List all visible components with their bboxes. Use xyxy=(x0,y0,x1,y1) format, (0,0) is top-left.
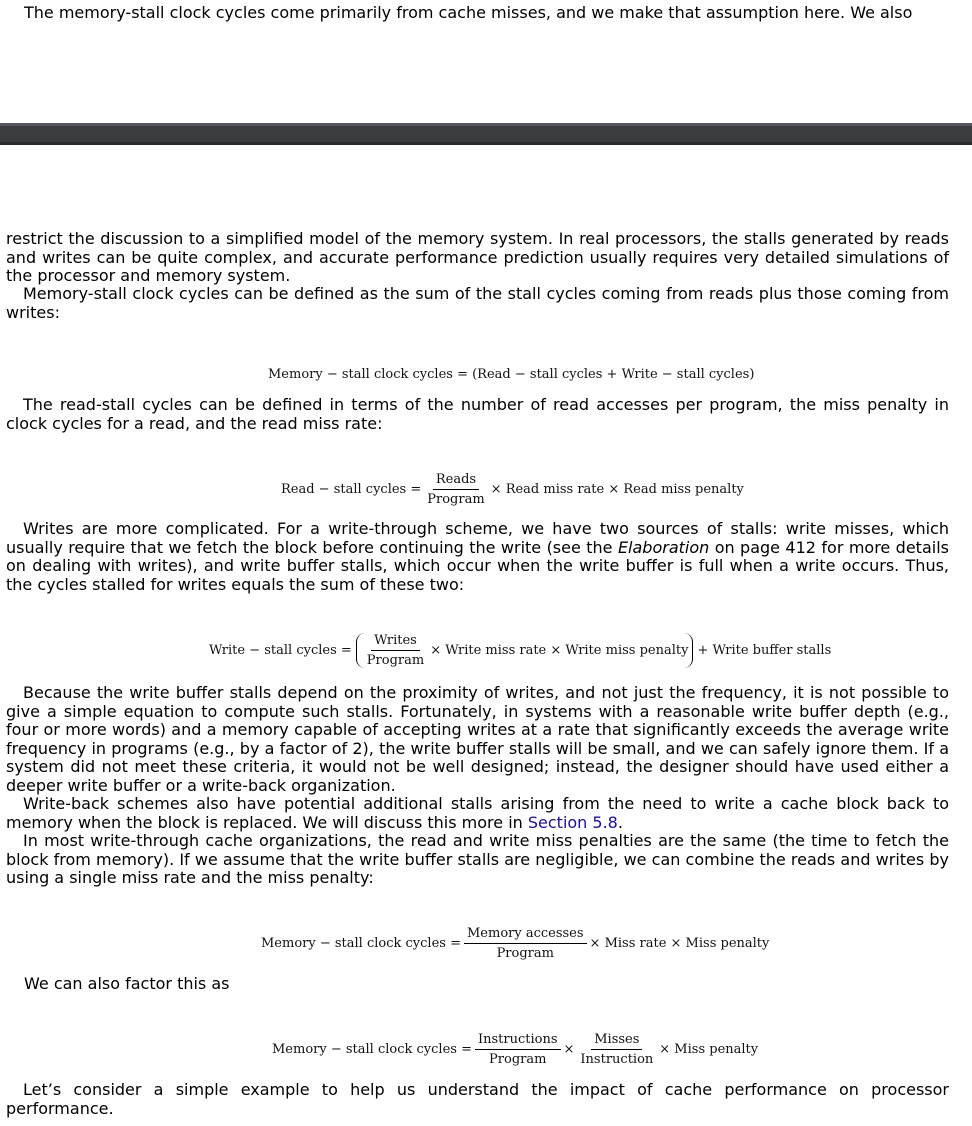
equation-text: Memory − stall clock cycles = (Read − st… xyxy=(268,367,755,382)
paragraph-2: Memory-stall clock cycles can be defined… xyxy=(6,284,949,322)
denominator: Instruction xyxy=(580,1052,654,1067)
parenthesized-group: Writes Program × Write miss rate × Write… xyxy=(355,633,694,668)
numerator: Reads xyxy=(432,472,480,490)
denominator: Program xyxy=(489,1052,547,1067)
equation-lhs: Read − stall cycles = xyxy=(281,482,422,497)
equation-rest: × Miss rate × Miss penalty xyxy=(589,936,770,951)
paragraph-4: Writes are more complicated. For a write… xyxy=(6,519,949,594)
numerator: Memory accesses xyxy=(463,926,587,944)
times-sign: × xyxy=(563,1042,575,1057)
equation-rest: + Write buffer stalls xyxy=(697,643,832,658)
paragraph-0: The memory-stall clock cycles come prima… xyxy=(24,3,913,22)
denominator: Program xyxy=(427,492,485,507)
paragraph-6-text-a: Write-back schemes also have potential a… xyxy=(6,794,949,832)
section-link[interactable]: Section 5.8 xyxy=(528,813,618,832)
paragraph-9: Let’s consider a simple example to help … xyxy=(6,1080,949,1118)
divider-highlight xyxy=(0,123,972,126)
equation-lhs: Memory − stall clock cycles = xyxy=(272,1042,472,1057)
elaboration-emphasis: Elaboration xyxy=(617,537,710,557)
equation-factored: Memory − stall clock cycles = Instructio… xyxy=(272,1032,758,1067)
equation-read-stall: Read − stall cycles = Reads Program × Re… xyxy=(281,472,744,507)
equation-memory-accesses: Memory − stall clock cycles = Memory acc… xyxy=(261,926,769,961)
paragraph-8: We can also factor this as xyxy=(24,974,230,993)
paragraph-7: In most write-through cache organization… xyxy=(6,831,949,888)
divider-shadow xyxy=(0,142,972,145)
equation-mid: × Write miss rate × Write miss penalty xyxy=(430,643,689,658)
equation-lhs: Write − stall cycles = xyxy=(209,643,352,658)
fraction: Memory accesses Program xyxy=(463,926,587,961)
viewer-gap xyxy=(0,40,972,195)
fraction: Reads Program xyxy=(424,472,487,507)
equation-memory-stall: Memory − stall clock cycles = (Read − st… xyxy=(268,367,754,382)
equation-write-stall: Write − stall cycles = Writes Program × … xyxy=(209,633,831,668)
fraction: Writes Program xyxy=(364,633,427,668)
denominator: Program xyxy=(366,653,425,668)
numerator: Misses xyxy=(591,1032,643,1050)
paragraph-6: Write-back schemes also have potential a… xyxy=(6,794,949,832)
denominator: Program xyxy=(496,946,554,961)
equation-rest: × Read miss rate × Read miss penalty xyxy=(490,482,744,497)
paragraph-3: The read-stall cycles can be defined in … xyxy=(6,395,949,433)
fraction-misses: Misses Instruction xyxy=(577,1032,656,1067)
equation-rest: × Miss penalty xyxy=(659,1042,759,1057)
equation-lhs: Memory − stall clock cycles = xyxy=(261,936,461,951)
numerator: Writes xyxy=(371,633,420,651)
paragraph-6-text-b: . xyxy=(617,812,623,832)
numerator: Instructions xyxy=(474,1032,561,1050)
paragraph-5: Because the write buffer stalls depend o… xyxy=(6,683,949,795)
paragraph-1: restrict the discussion to a simplified … xyxy=(6,229,949,286)
fraction-instructions: Instructions Program xyxy=(474,1032,561,1067)
